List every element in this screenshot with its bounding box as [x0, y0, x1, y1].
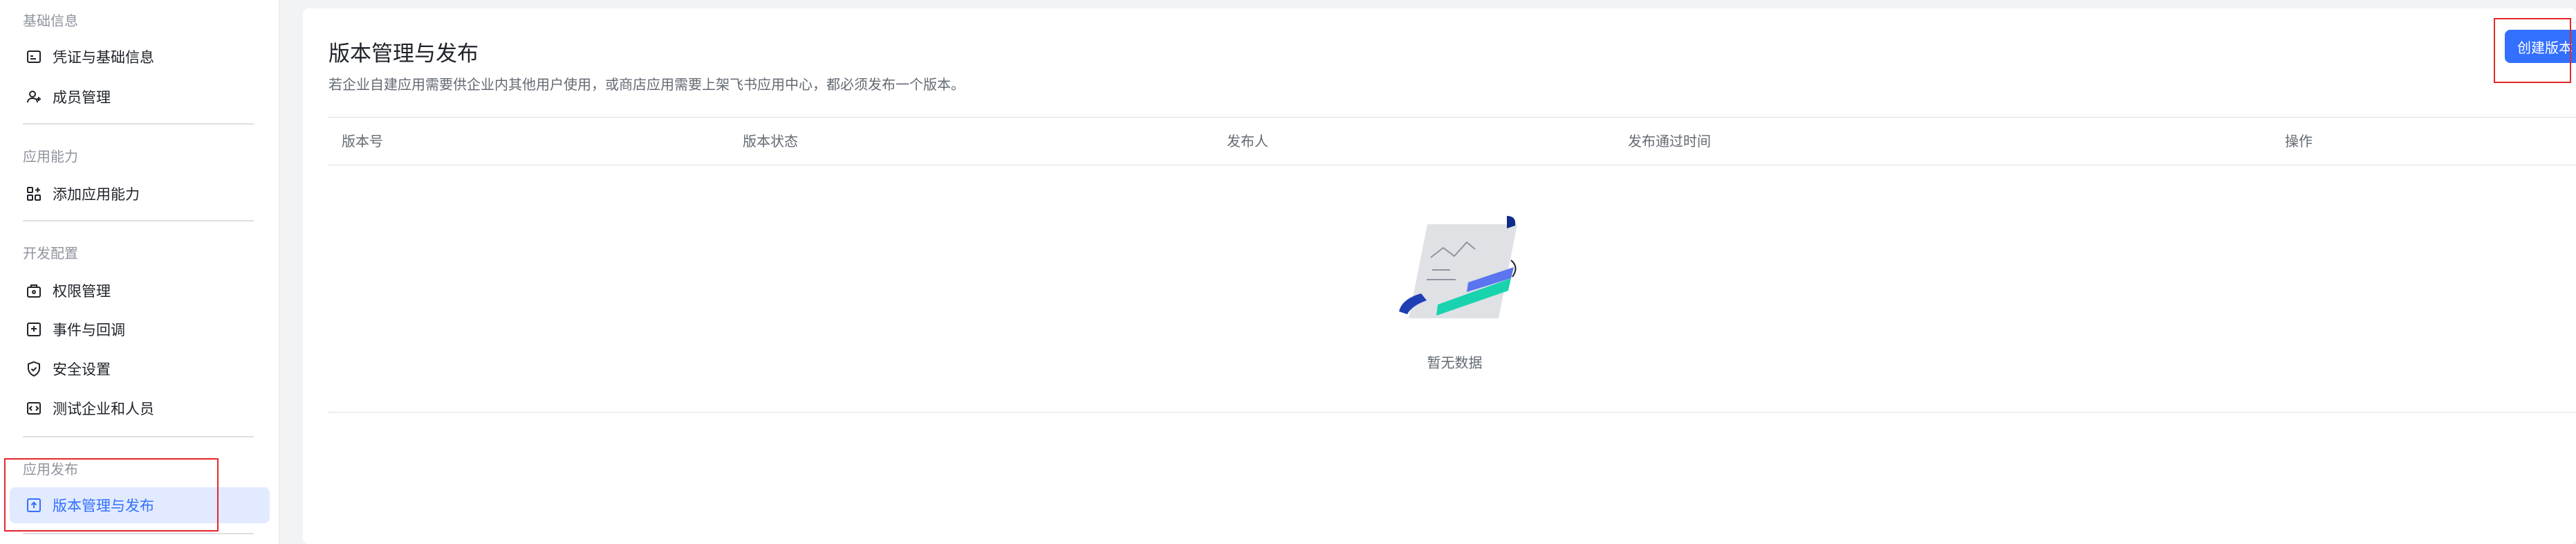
table-body: 暂无数据 — [328, 165, 2576, 412]
credentials-icon — [25, 48, 43, 66]
sidebar-item-permissions[interactable]: 权限管理 — [10, 273, 270, 309]
page-title: 版本管理与发布 — [328, 42, 479, 66]
test-org-icon — [25, 399, 43, 417]
sidebar-item-test-org[interactable]: 测试企业和人员 — [10, 390, 270, 426]
group-title-dev-config: 开发配置 — [23, 245, 78, 262]
column-header-actions: 操作 — [2285, 133, 2313, 149]
column-header-status: 版本状态 — [743, 133, 798, 149]
shield-icon — [25, 360, 43, 378]
sidebar-item-label: 成员管理 — [53, 89, 111, 106]
sidebar-divider — [23, 436, 254, 437]
create-version-button[interactable]: 创建版本 — [2505, 30, 2576, 63]
empty-state-text: 暂无数据 — [1427, 354, 1483, 371]
sidebar-item-security[interactable]: 安全设置 — [10, 351, 270, 387]
member-icon — [25, 88, 43, 106]
sidebar-item-label: 权限管理 — [53, 283, 111, 300]
sidebar-item-add-capability[interactable]: 添加应用能力 — [10, 176, 270, 212]
version-table: 版本号 版本状态 发布人 发布通过时间 操作 暂无数据 — [328, 117, 2576, 412]
group-title-basic-info: 基础信息 — [23, 12, 78, 29]
add-capability-icon — [25, 185, 43, 203]
table-header: 版本号 版本状态 发布人 发布通过时间 操作 — [328, 117, 2576, 165]
sidebar-item-events-callbacks[interactable]: 事件与回调 — [10, 311, 270, 347]
column-header-version: 版本号 — [342, 133, 383, 149]
column-header-publisher: 发布人 — [1227, 133, 1268, 149]
group-title-app-capability: 应用能力 — [23, 148, 78, 165]
sidebar-item-label: 安全设置 — [53, 361, 111, 378]
sidebar: 基础信息 凭证与基础信息 成员管理 应用能力 添加应用能力 开发配置 权限管理 … — [0, 0, 279, 544]
sidebar-divider — [23, 533, 254, 534]
sidebar-item-label: 版本管理与发布 — [53, 498, 154, 514]
empty-data-illustration — [1399, 216, 1517, 318]
page-description: 若企业自建应用需要供企业内其他用户使用，或商店应用需要上架飞书应用中心，都必须发… — [328, 76, 965, 93]
group-title-app-publish: 应用发布 — [23, 461, 78, 478]
sidebar-item-label: 事件与回调 — [53, 322, 125, 338]
sidebar-item-label: 凭证与基础信息 — [53, 49, 154, 66]
sidebar-item-credentials[interactable]: 凭证与基础信息 — [10, 39, 270, 75]
event-callback-icon — [25, 320, 43, 338]
sidebar-item-members[interactable]: 成员管理 — [10, 79, 270, 115]
sidebar-item-label: 添加应用能力 — [53, 186, 140, 203]
sidebar-item-label: 测试企业和人员 — [53, 401, 154, 417]
main-panel: 版本管理与发布 若企业自建应用需要供企业内其他用户使用，或商店应用需要上架飞书应… — [303, 8, 2576, 544]
sidebar-divider — [23, 123, 254, 125]
column-header-approval-time: 发布通过时间 — [1628, 133, 1711, 149]
publish-icon — [25, 496, 43, 514]
sidebar-divider — [23, 220, 254, 221]
sidebar-item-version-publish[interactable]: 版本管理与发布 — [10, 487, 270, 523]
permission-icon — [25, 282, 43, 300]
